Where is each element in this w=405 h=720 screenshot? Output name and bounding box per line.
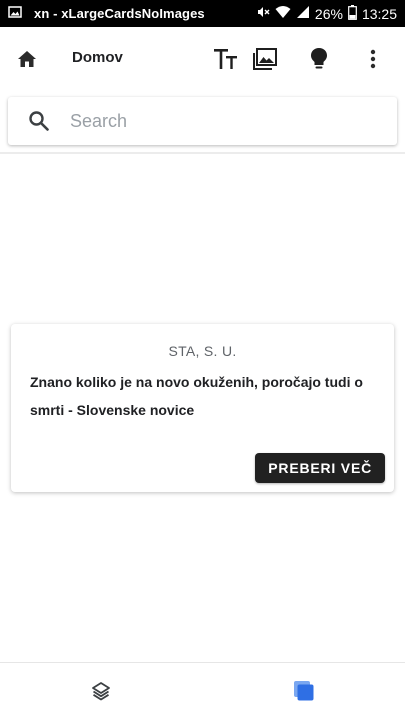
images-icon[interactable]: [249, 43, 281, 75]
battery-percent: 26%: [314, 5, 343, 22]
text-size-icon[interactable]: [210, 43, 242, 75]
cards-icon[interactable]: [292, 679, 316, 703]
signal-icon: [296, 5, 310, 22]
article-source: STA, S. U.: [168, 343, 237, 359]
clock: 13:25: [361, 5, 397, 22]
home-icon[interactable]: [13, 45, 41, 73]
layers-icon[interactable]: [89, 679, 113, 703]
page-title: Domov: [72, 49, 123, 66]
bottom-nav: [0, 663, 405, 720]
lightbulb-icon[interactable]: [303, 43, 335, 75]
status-bar-title: xn - xLargeCardsNoImages: [34, 6, 205, 21]
wifi-icon: [275, 5, 291, 22]
divider: [0, 152, 405, 154]
article-headline[interactable]: Znano koliko je na novo okuženih, poroča…: [30, 368, 375, 424]
app-bar: Domov: [0, 27, 405, 89]
mute-icon: [256, 5, 270, 22]
search-input[interactable]: [68, 105, 378, 137]
status-bar: xn - xLargeCardsNoImages 26% 13:25: [0, 0, 405, 27]
search-bar: [8, 97, 397, 145]
more-vert-icon[interactable]: [357, 43, 389, 75]
search-icon[interactable]: [27, 109, 51, 133]
news-card[interactable]: STA, S. U. Znano koliko je na novo okuže…: [11, 324, 394, 492]
read-more-button[interactable]: PREBERI VEČ: [255, 453, 385, 483]
battery-icon: [348, 4, 357, 23]
image-icon: [8, 5, 22, 22]
